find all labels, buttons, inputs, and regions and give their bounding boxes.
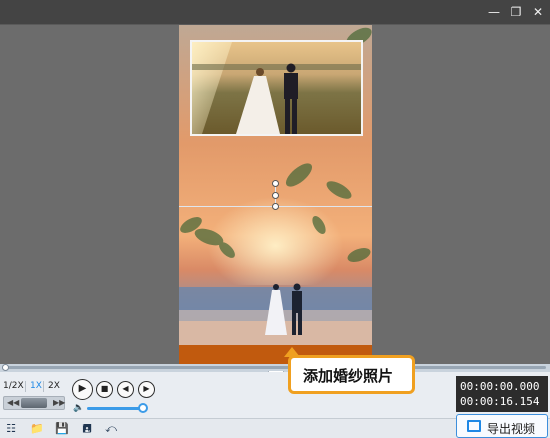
tooltip-pointer	[284, 347, 300, 357]
wedding-photo-layer[interactable]	[190, 40, 363, 136]
current-time: 00:00:00.000	[460, 380, 540, 393]
rewind-icon[interactable]: ◀◀	[7, 398, 19, 407]
resize-handle[interactable]	[272, 203, 279, 210]
fast-forward-icon[interactable]: ▶▶	[53, 398, 65, 407]
next-frame-button[interactable]: ▶	[138, 381, 155, 398]
speed-slider[interactable]: ◀◀ ▶▶	[3, 396, 65, 410]
resize-handle[interactable]	[272, 192, 279, 199]
volume-slider[interactable]	[87, 407, 143, 410]
open-folder-icon[interactable]: 📁	[30, 422, 44, 435]
share-icon[interactable]: ⤺	[104, 422, 118, 435]
divider	[43, 381, 44, 392]
export-video-button[interactable]: 导出视频	[456, 414, 548, 438]
wedding-field-photo	[192, 42, 361, 134]
time-display: 00:00:00.000 00:00:16.154	[456, 376, 548, 412]
export-icon	[467, 420, 481, 432]
close-icon[interactable]: ✕	[530, 4, 546, 20]
playback-controls: 1/2X 1X 2X ◀◀ ▶▶ ▶ ■ ◀ ▶ 🔈 00:00:00.000 …	[0, 372, 550, 418]
volume-knob[interactable]	[138, 403, 148, 413]
minimize-icon[interactable]: —	[486, 4, 502, 20]
speed-option-1x[interactable]: 1X	[30, 381, 42, 391]
bottom-toolbar: ☷ 📁 💾 🖪 ⤺ 导出视频	[0, 414, 550, 438]
save-icon[interactable]: 💾	[55, 422, 69, 435]
resize-handle[interactable]	[272, 180, 279, 187]
speed-option-half[interactable]: 1/2X	[3, 381, 24, 391]
stop-button[interactable]: ■	[96, 381, 113, 398]
tooltip-text: 添加婚纱照片	[303, 367, 394, 385]
timeline-knob[interactable]	[2, 364, 9, 371]
preview-stage	[0, 24, 550, 365]
export-video-label: 导出视频	[487, 422, 536, 436]
speed-option-2x[interactable]: 2X	[48, 381, 60, 391]
hint-tooltip: 添加婚纱照片	[284, 347, 415, 394]
total-time: 00:00:16.154	[460, 395, 540, 408]
settings-sliders-icon[interactable]: ☷	[4, 422, 18, 435]
save-as-icon[interactable]: 🖪	[80, 422, 94, 435]
restore-icon[interactable]: ❐	[508, 4, 524, 20]
play-button[interactable]: ▶	[72, 379, 93, 400]
divider	[25, 381, 26, 392]
previous-frame-button[interactable]: ◀	[117, 381, 134, 398]
title-bar: — ❐ ✕	[0, 0, 550, 24]
speed-slider-thumb[interactable]	[21, 398, 47, 408]
volume-icon[interactable]: 🔈	[73, 403, 84, 413]
